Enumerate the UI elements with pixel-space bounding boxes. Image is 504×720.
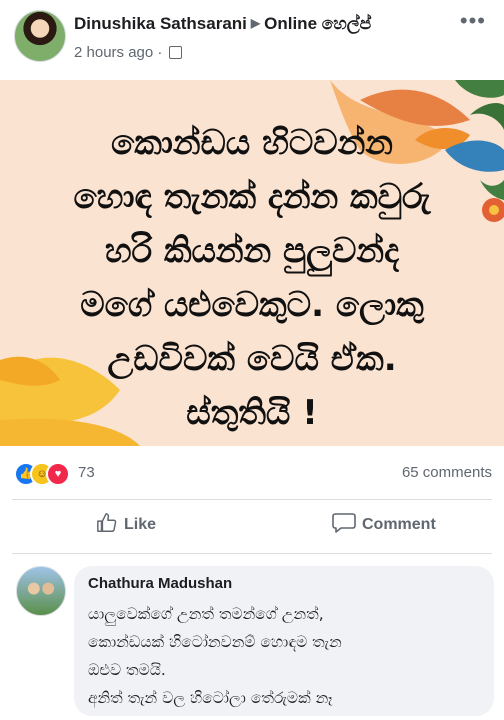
banner-line: ස්තුතියි ! [186,393,318,433]
comment-line: කොන්ඩයක් හිටෝනවනම් හොඳම තැන [88,633,342,651]
post-banner: කොන්ඩය හිටවන්න හොඳ තැනක් දන්න කවුරු හරි … [0,80,504,446]
post-header: Dinushika Sathsarani ▶ Online හෙල්ප් 2 hou… [0,0,504,78]
post-actions: Like Comment [0,500,504,552]
like-button[interactable]: Like [96,513,157,536]
banner-line: හොඳ තැනක් දන්න කවුරු [73,177,431,217]
post-author-line: Dinushika Sathsarani ▶ Online හෙල්ප් [74,14,371,34]
arrow-right-icon: ▶ [250,16,261,30]
comment-label: Comment [362,516,436,534]
group-name[interactable]: Online හෙල්ප් [264,14,371,33]
reaction-count[interactable]: 73 [78,464,95,481]
comment-line: ඔළුව තමයි. [88,661,166,679]
banner-line: මගේ යළුවෙකුට. ලොකු [80,285,424,325]
comment-bubble: Chathura Madushan යාලුවෙක්ගේ උනත් තමන්ගේ… [74,566,494,716]
author-avatar[interactable] [14,10,66,62]
globe-icon [168,45,182,59]
banner-line: හරි කියන්න පුලුවන්ද [104,231,400,271]
comment-icon [332,513,356,533]
commenter-name[interactable]: Chathura Madushan [88,575,232,592]
banner-line: උඩවිවක් වෙයි ඒක. [107,339,397,379]
post-meta: 2 hours ago · [74,44,182,61]
comments-count[interactable]: 65 comments [402,464,492,481]
love-reaction-icon: ♥ [46,462,70,486]
divider [12,553,492,554]
more-icon[interactable]: ••• [460,8,486,34]
post-stats: 👍 ☺ ♥ 73 65 comments [0,456,504,492]
post-time[interactable]: 2 hours ago [74,44,153,61]
comment-text: යාලුවෙක්ගේ උනත් තමන්ගේ උනත්, කොන්ඩයක් හි… [88,600,488,712]
comment-line: යාලුවෙක්ගේ උනත් තමන්ගේ උනත්, [88,605,324,623]
thumbs-up-icon [97,513,117,532]
comment-line: අනිත් තැන් වල හිටෝලා තේරුමක් නෑ [88,689,333,707]
comment-item: Chathura Madushan යාලුවෙක්ගේ උනත් තමන්ගේ… [0,562,504,720]
like-label: Like [124,516,157,534]
banner-text: කොන්ඩය හිටවන්න හොඳ තැනක් දන්න කවුරු හරි … [20,116,484,440]
commenter-avatar[interactable] [16,566,66,616]
author-name[interactable]: Dinushika Sathsarani [74,14,247,33]
banner-line: කොන්ඩය හිටවන්න [111,123,393,163]
comment-button[interactable]: Comment [332,513,436,536]
